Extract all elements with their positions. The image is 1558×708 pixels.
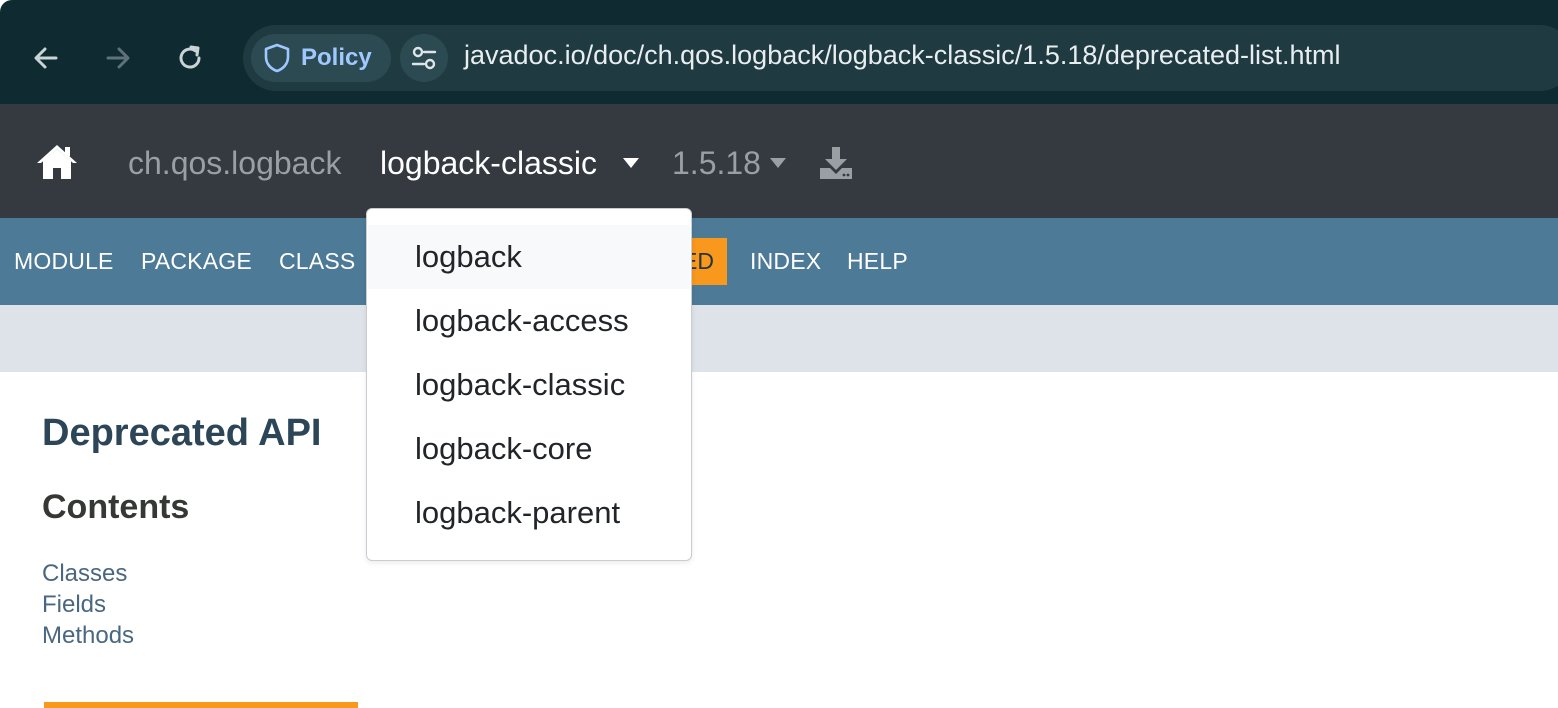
dropdown-item-label: logback [415,239,522,274]
policy-chip[interactable]: Policy [251,34,391,82]
dropdown-item-label: logback-core [415,431,593,466]
contents-link-fields[interactable]: Fields [42,591,106,619]
back-arrow-icon [34,47,58,69]
nav-package-link[interactable]: PACKAGE [141,248,252,275]
breadcrumb-group[interactable]: ch.qos.logback [128,145,341,182]
dropdown-item-logback-parent[interactable]: logback-parent [368,481,690,545]
nav-help-link[interactable]: HELP [847,248,908,275]
dropdown-item-label: logback-parent [415,495,621,530]
contents-heading: Contents [42,488,190,526]
forward-button[interactable] [98,38,138,78]
artifact-dropdown-toggle[interactable]: logback-classic [380,145,597,182]
url-text[interactable]: javadoc.io/doc/ch.qos.logback/logback-cl… [464,40,1340,71]
reload-icon [179,45,201,69]
back-button[interactable] [26,38,66,78]
dropdown-item-logback-access[interactable]: logback-access [368,289,690,353]
artifact-dropdown-menu: logback logback-access logback-classic l… [366,208,692,561]
dropdown-item-label: logback-access [415,303,629,338]
reload-button[interactable] [170,38,210,78]
dropdown-item-logback-core[interactable]: logback-core [368,417,690,481]
table-caption-bar [44,702,358,708]
dropdown-item-logback[interactable]: logback [368,225,690,289]
sub-nav-bar [0,305,1558,372]
version-dropdown-toggle[interactable]: 1.5.18 [672,145,761,182]
home-icon[interactable] [34,142,80,182]
download-icon[interactable] [818,146,854,180]
tune-icon [411,46,437,70]
contents-link-methods[interactable]: Methods [42,622,134,650]
nav-module-link[interactable]: MODULE [14,248,114,275]
policy-label: Policy [301,44,372,71]
dropdown-item-label: logback-classic [415,367,626,402]
page-title: Deprecated API [42,412,322,454]
chevron-down-icon[interactable] [769,157,787,169]
dropdown-item-logback-classic[interactable]: logback-classic [368,353,690,417]
contents-link-classes[interactable]: Classes [42,560,127,588]
chevron-down-icon[interactable] [622,157,640,169]
forward-arrow-icon [106,47,130,69]
nav-class-link[interactable]: CLASS [279,248,355,275]
nav-index-link[interactable]: INDEX [750,248,821,275]
site-settings-button[interactable] [400,34,448,82]
shield-icon [264,43,290,73]
